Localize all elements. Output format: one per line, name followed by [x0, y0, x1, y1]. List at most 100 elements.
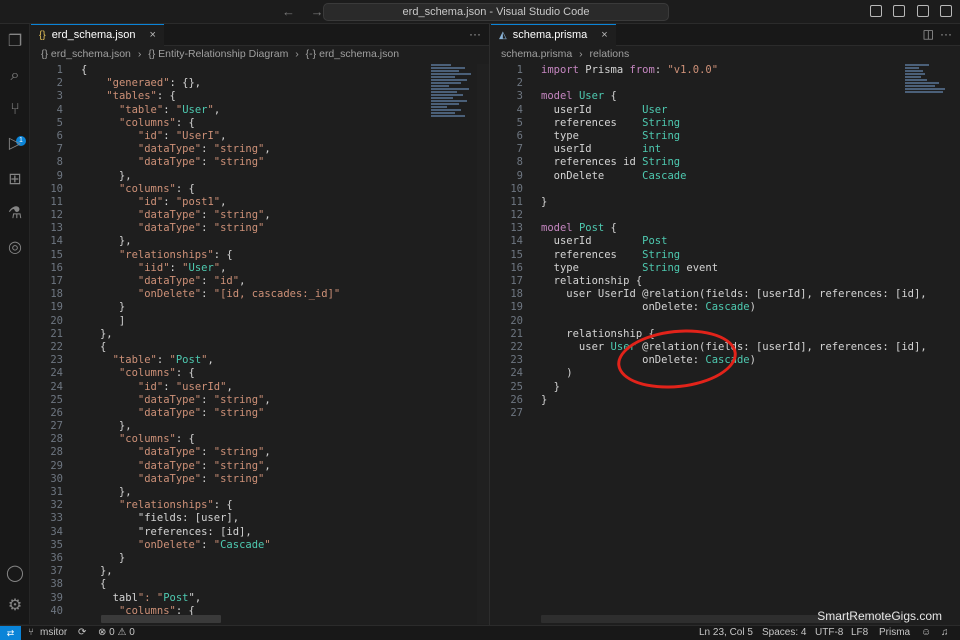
- vertical-scrollbar[interactable]: [477, 64, 489, 624]
- tab-erd-schema-json[interactable]: {} erd_schema.json ×: [31, 24, 164, 46]
- code-line[interactable]: 13 "dataType": "string": [31, 222, 340, 235]
- code-line[interactable]: 26}: [491, 394, 927, 407]
- toggle-panel-icon[interactable]: [893, 5, 906, 17]
- testing-icon[interactable]: ⚗: [5, 204, 25, 224]
- feedback-icon[interactable]: ☺: [921, 626, 931, 640]
- code-line[interactable]: 2 "generaed": {},: [31, 77, 340, 90]
- code-line[interactable]: 35 "onDelete": "Cascade": [31, 539, 340, 552]
- close-icon[interactable]: ×: [149, 25, 155, 46]
- code-line[interactable]: 37 },: [31, 565, 340, 578]
- code-line[interactable]: 7 "dataType": "string",: [31, 143, 340, 156]
- code-line[interactable]: 18 "onDelete": "[id, cascades:_id]": [31, 288, 340, 301]
- close-icon[interactable]: ×: [601, 25, 607, 46]
- language-mode[interactable]: Prisma: [879, 626, 910, 640]
- code-line[interactable]: 38 {: [31, 578, 340, 591]
- code-line[interactable]: 27: [491, 407, 927, 420]
- code-line[interactable]: 15 "relationships": {: [31, 249, 340, 262]
- code-line[interactable]: 21 },: [31, 328, 340, 341]
- code-line[interactable]: 31 },: [31, 486, 340, 499]
- tab-schema-prisma[interactable]: ◭ schema.prisma ×: [491, 24, 616, 46]
- code-line[interactable]: 16 type String event: [491, 262, 927, 275]
- code-line[interactable]: 13 model Post {: [491, 222, 927, 235]
- run-debug-icon[interactable]: ▷: [5, 134, 25, 154]
- code-line[interactable]: 18 user UserId @relation(fields: [userId…: [491, 288, 927, 301]
- remote-indicator-icon[interactable]: ⇄: [0, 626, 21, 640]
- breadcrumb-item[interactable]: {} Entity-Relationship Diagram: [148, 48, 288, 60]
- code-line[interactable]: 28 "columns": {: [31, 433, 340, 446]
- code-line[interactable]: 24 "id": "userId",: [31, 381, 340, 394]
- code-line[interactable]: 28 "dataType": "string",: [31, 446, 340, 459]
- code-line[interactable]: 2: [491, 77, 927, 90]
- code-line[interactable]: 33 "fields: [user],: [31, 512, 340, 525]
- code-line[interactable]: 9 },: [31, 170, 340, 183]
- more-actions-icon[interactable]: ···: [469, 27, 481, 41]
- split-editor-icon[interactable]: ◫: [923, 27, 934, 41]
- horizontal-scrollbar[interactable]: [101, 615, 221, 623]
- code-line[interactable]: 29 "dataType": "string",: [31, 460, 340, 473]
- code-line[interactable]: 5 references String: [491, 117, 927, 130]
- code-line[interactable]: 11 "id": "post1",: [31, 196, 340, 209]
- search-icon[interactable]: ⌕: [5, 66, 25, 86]
- code-line[interactable]: 21 relationship {: [491, 328, 927, 341]
- code-line[interactable]: 17 "dataType": "id",: [31, 275, 340, 288]
- code-line[interactable]: 23 "table": "Post",: [31, 354, 340, 367]
- code-editor[interactable]: 1 import Prisma from: "v1.0.0" 2 3 model Use…: [491, 64, 927, 420]
- code-line[interactable]: 20: [491, 315, 927, 328]
- breadcrumb-item[interactable]: relations: [590, 48, 630, 60]
- code-line[interactable]: 8 references id String: [491, 156, 927, 169]
- branch-name[interactable]: msitor: [40, 626, 67, 640]
- code-line[interactable]: 22 {: [31, 341, 340, 354]
- back-arrow-icon[interactable]: ←: [282, 4, 295, 19]
- code-line[interactable]: 5 "columns": {: [31, 117, 340, 130]
- code-line[interactable]: 24 ): [491, 367, 927, 380]
- indentation[interactable]: Spaces: 4: [762, 626, 806, 640]
- code-line[interactable]: 22 user User @relation(fields: [userId],…: [491, 341, 926, 354]
- minimap[interactable]: [905, 64, 953, 114]
- cursor-position[interactable]: Ln 23, Col 5: [699, 626, 753, 640]
- code-line[interactable]: 11}: [491, 196, 927, 209]
- code-line[interactable]: 27 },: [31, 420, 340, 433]
- code-line[interactable]: 12 "dataType": "string",: [31, 209, 340, 222]
- breadcrumb-item[interactable]: {-} erd_schema.json: [306, 48, 399, 60]
- code-line[interactable]: 14 userId Post: [491, 235, 927, 248]
- remote-explorer-icon[interactable]: ◎: [5, 238, 25, 258]
- code-line[interactable]: 24 "columns": {: [31, 367, 340, 380]
- forward-arrow-icon[interactable]: →: [311, 4, 324, 19]
- account-icon[interactable]: ◯: [5, 564, 25, 584]
- code-line[interactable]: 32 "relationships": {: [31, 499, 340, 512]
- code-line[interactable]: 12: [491, 209, 927, 222]
- encoding[interactable]: UTF-8: [815, 626, 843, 640]
- breadcrumb-item[interactable]: {} erd_schema.json: [41, 48, 131, 60]
- code-line[interactable]: 10 "columns": {: [31, 183, 340, 196]
- breadcrumb-item[interactable]: schema.prisma: [501, 48, 572, 60]
- problems-count[interactable]: ⊗ 0 ⚠ 0: [98, 626, 135, 640]
- code-line[interactable]: 16 "iid": "User",: [31, 262, 340, 275]
- code-line[interactable]: 17 relationship {: [491, 275, 927, 288]
- code-line[interactable]: 19 onDelete: Cascade): [491, 301, 927, 314]
- notifications-bell-icon[interactable]: ♫: [941, 626, 949, 640]
- sync-icon[interactable]: ⟳: [78, 626, 86, 640]
- code-line[interactable]: 4 userId User: [491, 104, 927, 117]
- code-line[interactable]: 8 "dataType": "string": [31, 156, 340, 169]
- source-control-icon[interactable]: ⑂: [5, 100, 25, 120]
- settings-gear-icon[interactable]: ⚙: [5, 596, 25, 616]
- code-line[interactable]: 14 },: [31, 235, 340, 248]
- code-line[interactable]: 6 "id": "UserI",: [31, 130, 340, 143]
- code-line[interactable]: 39 tabl": "Post",: [31, 592, 340, 605]
- toggle-secondary-sidebar-icon[interactable]: [916, 5, 929, 17]
- code-line[interactable]: 7 userId int: [491, 143, 927, 156]
- code-line[interactable]: 25 "dataType": "string",: [31, 394, 340, 407]
- code-line[interactable]: 20 ]: [31, 315, 340, 328]
- command-center-search[interactable]: erd_schema.json - Visual Studio Code: [323, 3, 669, 21]
- customize-layout-icon[interactable]: [940, 5, 952, 17]
- minimap[interactable]: [431, 64, 479, 154]
- code-line[interactable]: 23 onDelete: Cascade): [491, 354, 927, 367]
- code-line[interactable]: 19 }: [31, 301, 340, 314]
- code-line[interactable]: 30 "dataType": "string": [31, 473, 340, 486]
- code-line[interactable]: 25 }: [491, 381, 927, 394]
- explorer-icon[interactable]: ❐: [5, 32, 25, 52]
- more-actions-icon[interactable]: ···: [940, 27, 952, 41]
- code-editor[interactable]: 1{2 "generaed": {}, 3 "tables": {4 "table…: [31, 64, 340, 618]
- toggle-sidebar-icon[interactable]: [869, 5, 882, 17]
- code-line[interactable]: 6 type String: [491, 130, 927, 143]
